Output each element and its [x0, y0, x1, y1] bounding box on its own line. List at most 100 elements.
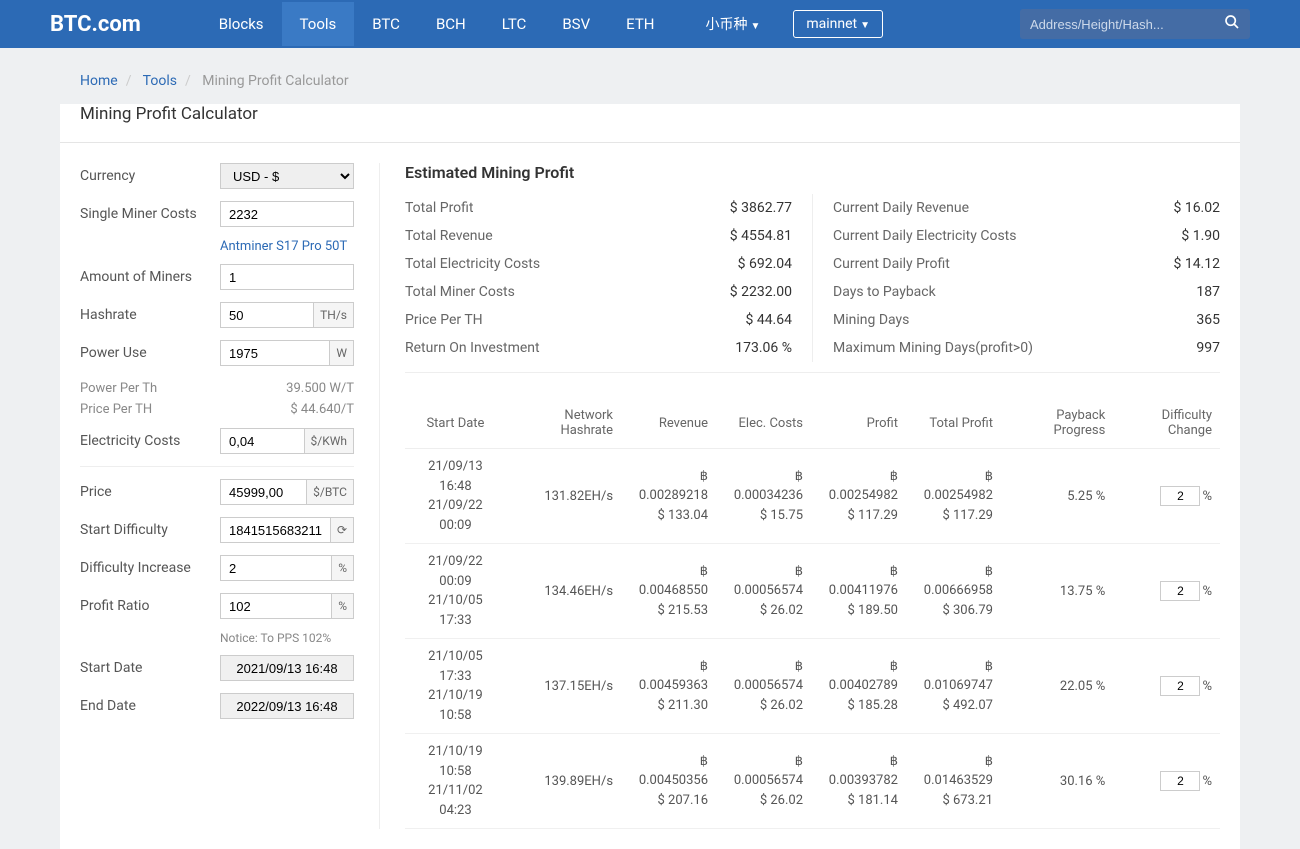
hashrate-input[interactable]	[220, 302, 313, 328]
nav-bsv[interactable]: BSV	[544, 2, 608, 46]
chevron-down-icon: ▼	[860, 20, 870, 31]
cell-elec: ฿ 0.00056574$ 26.02	[716, 734, 811, 829]
amount-input[interactable]	[220, 264, 354, 290]
startdate-input[interactable]	[220, 655, 354, 681]
profit-label: Mining Days	[833, 312, 909, 328]
cell-totalprofit: ฿ 0.00666958$ 306.79	[906, 544, 1001, 639]
table-row: 21/09/13 16:4821/09/22 00:09131.82EH/s฿ …	[405, 449, 1220, 544]
profit-value: $ 16.02	[1173, 200, 1220, 216]
profit-value: 173.06 %	[735, 340, 792, 356]
cell-totalprofit: ฿ 0.01463529$ 673.21	[906, 734, 1001, 829]
cell-hash: 137.15EH/s	[506, 639, 621, 734]
refresh-icon[interactable]: ⟳	[330, 517, 354, 543]
search-box	[1020, 9, 1250, 39]
power-input[interactable]	[220, 340, 329, 366]
breadcrumb-tools[interactable]: Tools	[143, 73, 177, 89]
profit-label: Days to Payback	[833, 284, 936, 300]
price-input[interactable]	[220, 479, 306, 505]
table-row: 21/09/22 00:0921/10/05 17:33134.46EH/s฿ …	[405, 544, 1220, 639]
cell-payback: 30.16 %	[1001, 734, 1113, 829]
header: BTC.com Blocks Tools BTC BCH LTC BSV ETH…	[0, 0, 1300, 48]
enddate-input[interactable]	[220, 693, 354, 719]
chevron-down-icon: ▼	[750, 21, 760, 32]
profit-label: Current Daily Electricity Costs	[833, 228, 1016, 244]
cell-date: 21/09/13 16:4821/09/22 00:09	[405, 449, 506, 544]
main: CurrencyUSD - $ Single Miner Costs Antmi…	[60, 143, 1240, 849]
diffinc-input[interactable]	[220, 555, 331, 581]
priceperth-value: $ 44.640/T	[290, 402, 354, 417]
profitratio-input[interactable]	[220, 593, 331, 619]
nav-ltc[interactable]: LTC	[484, 2, 545, 46]
search-input[interactable]	[1030, 17, 1224, 32]
profit-label: Maximum Mining Days(profit>0)	[833, 340, 1033, 356]
nav-bch[interactable]: BCH	[418, 2, 484, 46]
table-header: Start Date	[405, 398, 506, 449]
logo[interactable]: BTC.com	[50, 12, 141, 37]
table-header: Elec. Costs	[716, 398, 811, 449]
profit-value: $ 692.04	[738, 256, 792, 272]
profit-left: Total Profit$ 3862.77Total Revenue$ 4554…	[405, 194, 813, 362]
table-header: Payback Progress	[1001, 398, 1113, 449]
nav-btc[interactable]: BTC	[354, 2, 418, 46]
cell-profit: ฿ 0.00254982$ 117.29	[811, 449, 906, 544]
diff-input[interactable]	[1160, 676, 1200, 696]
profit-value: $ 2232.00	[730, 284, 792, 300]
search-icon[interactable]	[1224, 14, 1240, 34]
diff-input[interactable]	[1160, 486, 1200, 506]
cell-revenue: ฿ 0.00459363$ 211.30	[621, 639, 716, 734]
nav-eth[interactable]: ETH	[608, 2, 672, 46]
startdiff-input[interactable]	[220, 517, 330, 543]
sidebar: CurrencyUSD - $ Single Miner Costs Antmi…	[80, 163, 380, 829]
cell-totalprofit: ฿ 0.01069747$ 492.07	[906, 639, 1001, 734]
nav: Blocks Tools BTC BCH LTC BSV ETH	[201, 2, 673, 46]
network-label: mainnet	[806, 16, 857, 32]
cell-diff: %	[1113, 639, 1220, 734]
page-title: Mining Profit Calculator	[60, 104, 1240, 143]
cell-date: 21/10/19 10:5821/11/02 04:23	[405, 734, 506, 829]
cell-diff: %	[1113, 734, 1220, 829]
content: Estimated Mining Profit Total Profit$ 38…	[380, 163, 1220, 829]
profit-value: $ 3862.77	[730, 200, 792, 216]
profit-label: Return On Investment	[405, 340, 540, 356]
powerperth-value: 39.500 W/T	[286, 381, 354, 396]
nav-tools[interactable]: Tools	[282, 2, 355, 46]
profit-value: 365	[1196, 312, 1220, 328]
nav-blocks[interactable]: Blocks	[201, 2, 282, 46]
nav-smallcoin[interactable]: 小币种▼	[697, 1, 768, 47]
power-label: Power Use	[80, 345, 220, 361]
cell-elec: ฿ 0.00056574$ 26.02	[716, 544, 811, 639]
profit-title: Estimated Mining Profit	[405, 163, 1220, 182]
table-header: Total Profit	[906, 398, 1001, 449]
table-header: Network Hashrate	[506, 398, 621, 449]
hashrate-label: Hashrate	[80, 307, 220, 323]
elec-label: Electricity Costs	[80, 433, 220, 449]
cell-profit: ฿ 0.00393782$ 181.14	[811, 734, 906, 829]
table-header: Difficulty Change	[1113, 398, 1220, 449]
profit-value: $ 1.90	[1181, 228, 1220, 244]
cell-totalprofit: ฿ 0.00254982$ 117.29	[906, 449, 1001, 544]
profit-value: $ 4554.81	[730, 228, 792, 244]
smallcoin-label: 小币种	[705, 17, 747, 33]
breadcrumb-home[interactable]: Home	[80, 73, 118, 89]
profit-label: Current Daily Profit	[833, 256, 950, 272]
currency-select[interactable]: USD - $	[220, 163, 354, 189]
table-header: Revenue	[621, 398, 716, 449]
profitratio-unit: %	[331, 593, 354, 619]
network-select[interactable]: mainnet▼	[793, 10, 883, 38]
priceperth-label: Price Per TH	[80, 402, 152, 417]
diff-input[interactable]	[1160, 771, 1200, 791]
cell-revenue: ฿ 0.00468550$ 215.53	[621, 544, 716, 639]
diff-input[interactable]	[1160, 581, 1200, 601]
minercost-input[interactable]	[220, 201, 354, 227]
power-unit: W	[329, 340, 354, 366]
miner-model-link[interactable]: Antminer S17 Pro 50T	[220, 239, 354, 254]
diffinc-label: Difficulty Increase	[80, 560, 220, 576]
cell-payback: 5.25 %	[1001, 449, 1113, 544]
price-label: Price	[80, 484, 220, 500]
powerperth-label: Power Per Th	[80, 381, 157, 396]
hashrate-unit: TH/s	[313, 302, 354, 328]
cell-payback: 22.05 %	[1001, 639, 1113, 734]
elec-input[interactable]	[220, 428, 304, 454]
profit-value: $ 14.12	[1173, 256, 1220, 272]
profit-label: Price Per TH	[405, 312, 483, 328]
